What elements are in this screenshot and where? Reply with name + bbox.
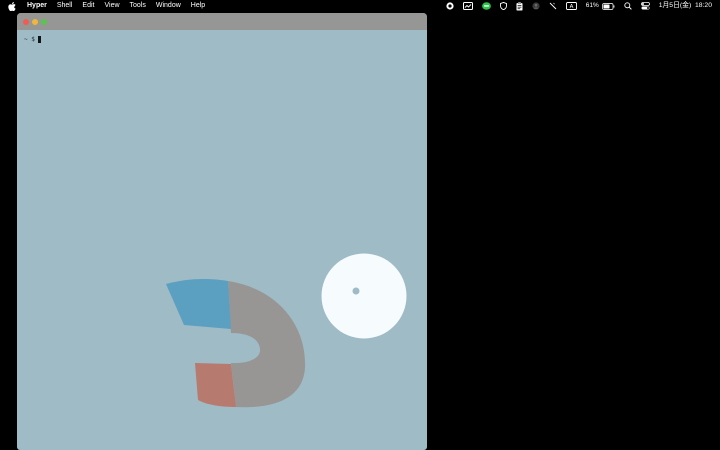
spotlight-search-icon[interactable] (624, 2, 632, 10)
menu-bar-status-area: A 61% 1月5日(金) 18:20 (437, 0, 712, 12)
white-disc (321, 253, 407, 339)
clipboard-icon[interactable] (516, 1, 523, 11)
control-center-icon[interactable] (640, 2, 650, 10)
menu-bar-clock[interactable]: 1月5日(金) 18:20 (659, 0, 712, 12)
arc-shape-gray (228, 281, 306, 408)
menu-bar-left: Hyper Shell Edit View Tools Window Help (8, 0, 215, 12)
menu-view[interactable]: View (104, 0, 119, 12)
hyper-terminal-window[interactable]: ~ $ (17, 13, 427, 450)
white-disc-center-dot (352, 287, 360, 295)
record-icon[interactable] (446, 2, 454, 10)
menu-app-name[interactable]: Hyper (27, 0, 47, 12)
line-app-icon[interactable] (481, 2, 491, 10)
battery-icon[interactable] (601, 2, 615, 10)
slash-icon[interactable] (549, 2, 557, 10)
input-source-icon[interactable]: A (565, 2, 577, 10)
menu-help[interactable]: Help (191, 0, 205, 12)
apple-logo-icon[interactable] (8, 1, 17, 11)
face-id-icon[interactable] (532, 2, 540, 10)
menu-bar: Hyper Shell Edit View Tools Window Help (0, 0, 720, 12)
menu-shell[interactable]: Shell (57, 0, 73, 12)
shield-icon[interactable] (499, 2, 507, 10)
arc-shape-blue (166, 279, 231, 329)
battery-percentage: 61% (585, 2, 599, 9)
menu-window[interactable]: Window (156, 0, 181, 12)
menu-tools[interactable]: Tools (130, 0, 146, 12)
screen-mirror-icon[interactable] (462, 2, 473, 10)
input-source-label: A (569, 4, 573, 10)
arc-shape-red (195, 363, 236, 407)
terminal-background-illustration (166, 253, 407, 408)
menu-edit[interactable]: Edit (82, 0, 94, 12)
